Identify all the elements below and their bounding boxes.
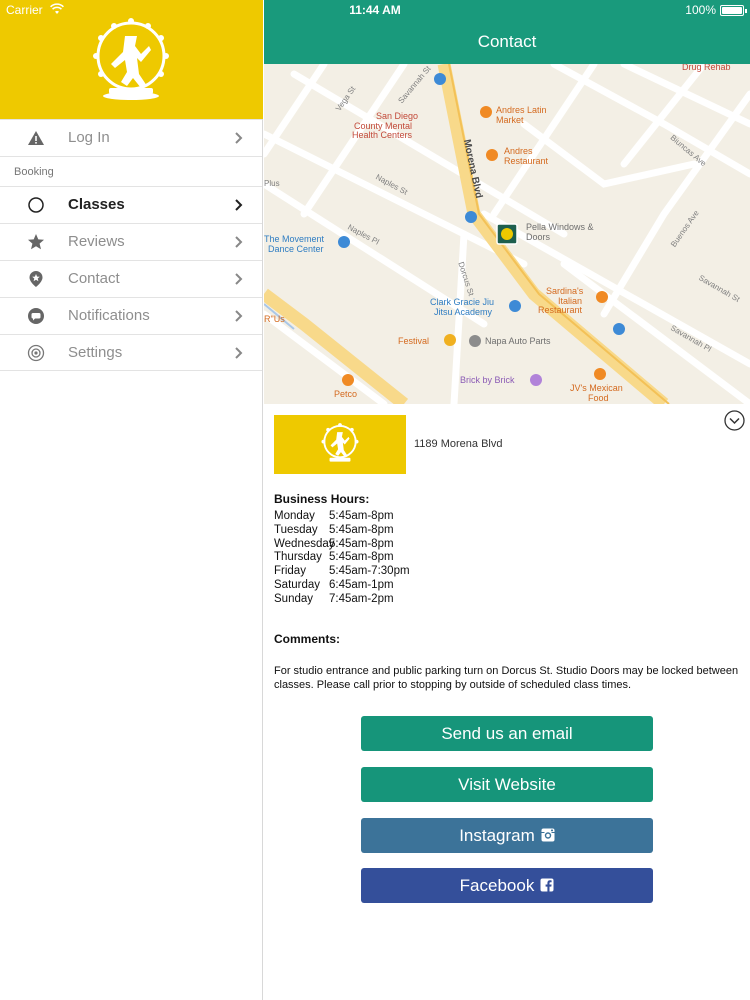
- hours-row: Monday 5:45am-8pm: [274, 510, 410, 524]
- hours-time: 5:45am-8pm: [329, 523, 394, 536]
- map-label: Festival: [398, 336, 430, 346]
- map-label: The Movement: [264, 234, 325, 244]
- sidebar-item-label: Notifications: [68, 307, 150, 324]
- hours-day: Tuesday: [274, 523, 318, 536]
- warning-icon: [28, 131, 44, 145]
- instagram-icon: [541, 828, 555, 842]
- map-label: Jitsu Academy: [434, 307, 493, 317]
- gear-icon: [27, 344, 45, 362]
- hours-time: 7:45am-2pm: [329, 592, 394, 605]
- main-panel: Contact Drug Rehab San Diego County Ment…: [264, 0, 750, 1000]
- hours-time: 5:45am-8pm: [329, 537, 394, 550]
- map-label: Doors: [526, 232, 551, 242]
- sidebar: Log In Booking Classes Reviews Contact N…: [0, 0, 263, 1000]
- location-pin-icon: [29, 271, 43, 287]
- battery-icon: [720, 5, 747, 16]
- chevron-down-circle-icon[interactable]: [724, 410, 745, 431]
- map-label: Food: [588, 393, 609, 403]
- chevron-right-icon: [235, 273, 243, 285]
- hours-row: Friday 5:45am-7:30pm: [274, 565, 410, 579]
- sidebar-item-log-in[interactable]: Log In: [0, 119, 262, 156]
- page-title: Contact: [477, 32, 537, 51]
- button-label: Facebook: [459, 876, 535, 895]
- chevron-right-icon: [235, 132, 243, 144]
- section-label-booking: Booking: [0, 156, 262, 186]
- map-label: Market: [496, 115, 524, 125]
- instagram-button[interactable]: Instagram: [361, 818, 653, 853]
- contact-details: 1189 Morena Blvd Business Hours: Monday 5…: [264, 404, 750, 1000]
- map-label: Sardina's: [546, 286, 584, 296]
- hours-day: Friday: [274, 565, 306, 578]
- chevron-right-icon: [235, 347, 243, 359]
- studio-logo: [93, 18, 169, 100]
- map-label: Napa Auto Parts: [485, 336, 551, 346]
- hours-row: Sunday 7:45am-2pm: [274, 593, 410, 607]
- chevron-right-icon: [235, 199, 243, 211]
- hours-day: Sunday: [274, 592, 314, 605]
- street-label: Plus: [264, 179, 280, 188]
- hours-day: Wednesday: [274, 537, 335, 550]
- studio-logo: [321, 423, 359, 462]
- map-view[interactable]: Drug Rehab San Diego County Mental Healt…: [264, 64, 750, 404]
- map-label: Brick by Brick: [460, 375, 515, 385]
- hours-time: 5:45am-8pm: [329, 551, 394, 564]
- hours-row: Saturday 6:45am-1pm: [274, 579, 410, 593]
- sidebar-item-label: Settings: [68, 344, 123, 361]
- hours-time: 6:45am-1pm: [329, 578, 394, 591]
- circle-icon: [28, 197, 44, 213]
- map-label: Pella Windows &: [526, 222, 594, 232]
- map-label: Clark Gracie Jiu: [430, 297, 495, 307]
- send-email-button[interactable]: Send us an email: [361, 716, 653, 751]
- hours-title: Business Hours:: [274, 492, 370, 506]
- map-label: Dance Center: [268, 244, 324, 254]
- hours-day: Thursday: [274, 551, 322, 564]
- visit-website-button[interactable]: Visit Website: [361, 767, 653, 802]
- star-icon: [28, 234, 44, 250]
- status-time: 11:44 AM: [349, 3, 401, 17]
- map-label: Petco: [334, 389, 358, 399]
- hours-list: Monday 5:45am-8pm Tuesday 5:45am-8pm Wedne…: [274, 510, 410, 607]
- sidebar-item-contact[interactable]: Contact: [0, 260, 262, 297]
- sidebar-item-settings[interactable]: Settings: [0, 334, 262, 371]
- sidebar-item-notifications[interactable]: Notifications: [0, 297, 262, 334]
- button-label: Visit Website: [458, 775, 556, 794]
- comments-title: Comments:: [274, 632, 341, 646]
- map-label: Health Centers: [352, 130, 413, 140]
- map-label: JV's Mexican: [570, 383, 623, 393]
- map-label: Restaurant: [538, 305, 583, 315]
- sidebar-item-label: Log In: [68, 129, 110, 146]
- sidebar-item-reviews[interactable]: Reviews: [0, 223, 262, 260]
- map-label: Drug Rehab: [682, 64, 731, 72]
- hours-row: Tuesday 5:45am-8pm: [274, 524, 410, 538]
- hours-row: Wednesday5:45am-8pm: [274, 538, 410, 552]
- sidebar-item-classes[interactable]: Classes: [0, 186, 262, 223]
- studio-address: 1189 Morena Blvd: [414, 438, 503, 450]
- hours-day: Saturday: [274, 578, 321, 591]
- sidebar-item-label: Contact: [68, 270, 120, 287]
- map-label: San Diego: [376, 111, 419, 121]
- hours-day: Monday: [274, 510, 315, 522]
- hours-row: Thursday 5:45am-8pm: [274, 551, 410, 565]
- map-label: Andres: [504, 146, 533, 156]
- map-label: Andres Latin: [496, 105, 547, 115]
- map-label: Restaurant: [504, 156, 549, 166]
- sidebar-item-label: Reviews: [68, 233, 125, 250]
- studio-thumbnail: [274, 415, 406, 474]
- map-label: R"Us: [264, 314, 285, 324]
- hours-time: 5:45am-7:30pm: [329, 565, 410, 578]
- button-label: Send us an email: [441, 724, 573, 743]
- comments-text: For studio entrance and public parking t…: [274, 665, 739, 691]
- facebook-button[interactable]: Facebook: [361, 868, 653, 903]
- chevron-right-icon: [235, 310, 243, 322]
- chevron-right-icon: [235, 236, 243, 248]
- hours-time: 5:45am-8pm: [329, 510, 394, 522]
- sidebar-item-label: Classes: [68, 196, 125, 213]
- chat-bubble-icon: [28, 308, 44, 324]
- battery-percent: 100%: [685, 3, 716, 17]
- status-bar: Carrier 11:44 AM 100%: [0, 0, 750, 20]
- button-label: Instagram: [459, 826, 535, 845]
- facebook-icon: [540, 878, 554, 892]
